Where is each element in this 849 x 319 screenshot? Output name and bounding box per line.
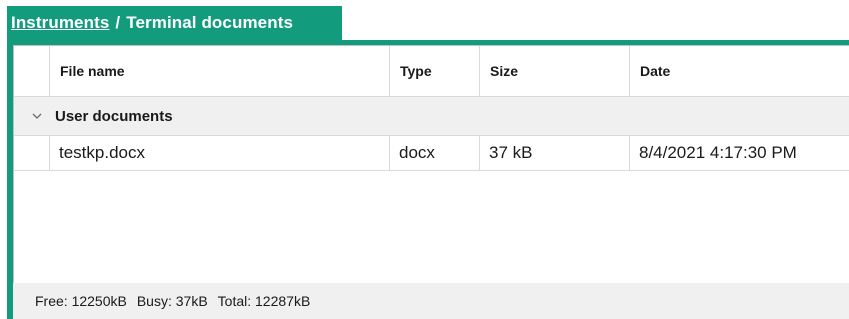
grid-header: File name Type Size Date: [14, 46, 849, 97]
chevron-down-icon[interactable]: [31, 110, 43, 122]
column-header-date[interactable]: Date: [630, 46, 849, 96]
breadcrumb: Instruments / Terminal documents: [7, 6, 342, 40]
breadcrumb-link-instruments[interactable]: Instruments: [11, 13, 109, 33]
row-indent-cell: [14, 136, 50, 170]
column-header-file-name[interactable]: File name: [50, 46, 390, 96]
column-header-size[interactable]: Size: [480, 46, 630, 96]
header-expander-cell: [14, 46, 50, 96]
status-free: Free: 12250kB: [35, 293, 127, 309]
group-label: User documents: [55, 107, 173, 125]
cell-date: 8/4/2021 4:17:30 PM: [639, 143, 797, 162]
documents-grid: File name Type Size Date User documents …: [13, 45, 849, 283]
table-row[interactable]: testkp.docx docx 37 kB 8/4/2021 4:17:30 …: [14, 136, 849, 171]
cell-size: 37 kB: [480, 136, 630, 170]
cell-type: docx: [390, 136, 480, 170]
group-row-user-documents[interactable]: User documents: [14, 97, 849, 136]
storage-status-bar: Free: 12250kB Busy: 37kB Total: 12287kB: [13, 283, 849, 319]
cell-file-name[interactable]: testkp.docx: [50, 136, 390, 170]
status-total: Total: 12287kB: [217, 293, 311, 309]
breadcrumb-separator: /: [115, 13, 121, 32]
column-header-type[interactable]: Type: [390, 46, 480, 96]
status-busy: Busy: 37kB: [136, 293, 208, 309]
breadcrumb-current: Terminal documents: [126, 13, 294, 32]
